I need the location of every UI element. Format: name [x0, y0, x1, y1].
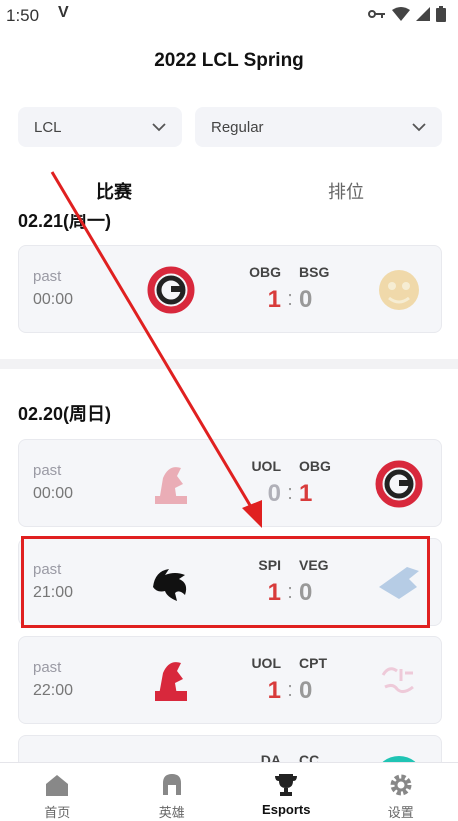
nav-heroes[interactable]: 英雄: [115, 763, 230, 821]
score-separator: :: [281, 581, 299, 604]
helmet-icon: [158, 771, 186, 799]
match-time: 00:00: [33, 291, 73, 309]
vega-logo-icon: [373, 557, 425, 609]
app-notification-icon: V: [58, 4, 69, 22]
chevron-down-icon: [412, 120, 426, 134]
bottom-nav: 首页 英雄 Esports 设置: [0, 762, 458, 821]
team-left-name: UOL: [241, 655, 281, 671]
team-right-score: 0: [299, 579, 329, 607]
match-status: past: [33, 561, 61, 578]
section-date: 02.20(周日): [18, 400, 111, 426]
obg-logo-icon: [145, 264, 197, 316]
nav-settings[interactable]: 设置: [344, 763, 458, 821]
signal-icon: [416, 7, 430, 21]
status-icons: [368, 6, 446, 22]
wifi-icon: [392, 7, 410, 21]
team-right-name: OBG: [299, 458, 349, 474]
stage-select[interactable]: Regular: [195, 107, 442, 147]
chevron-down-icon: [152, 120, 166, 134]
section-divider: [0, 359, 458, 369]
uol-logo-icon: [145, 458, 197, 510]
nav-heroes-label: 英雄: [159, 805, 185, 820]
stage-select-value: Regular: [211, 119, 264, 136]
page-title: 2022 LCL Spring: [0, 50, 458, 72]
nav-settings-label: 设置: [388, 805, 414, 820]
league-select[interactable]: LCL: [18, 107, 182, 147]
nav-esports-label: Esports: [262, 802, 310, 817]
match-time: 00:00: [33, 485, 73, 503]
team-left-score: 1: [251, 677, 281, 705]
uol-logo-icon: [145, 655, 197, 707]
cpt-logo-icon: [373, 655, 425, 707]
key-icon: [368, 8, 386, 20]
gear-icon: [387, 771, 415, 799]
team-left-score: 0: [251, 480, 281, 508]
score-separator: :: [281, 288, 299, 311]
spirit-logo-icon: [145, 557, 197, 609]
team-left-name: SPI: [241, 557, 281, 573]
score-separator: :: [281, 679, 299, 702]
team-right-name: CPT: [299, 655, 349, 671]
team-left-name: OBG: [241, 264, 281, 280]
match-status: past: [33, 462, 61, 479]
tab-bar: 比赛 排位: [0, 170, 458, 210]
obg-logo-icon: [373, 458, 425, 510]
nav-esports[interactable]: Esports: [229, 763, 344, 821]
team-right-name: VEG: [299, 557, 349, 573]
match-card[interactable]: past 00:00 OBG BSG 1 : 0: [18, 245, 442, 333]
league-select-value: LCL: [34, 119, 62, 136]
match-card[interactable]: past 22:00 UOL CPT 1 : 0: [18, 636, 442, 724]
match-card[interactable]: past 00:00 UOL OBG 0 : 1: [18, 439, 442, 527]
tab-matches[interactable]: 比赛: [96, 178, 132, 204]
nav-home-label: 首页: [44, 805, 70, 820]
score-separator: :: [281, 482, 299, 505]
team-right-score: 0: [299, 286, 329, 314]
team-right-score: 0: [299, 677, 329, 705]
section-date: 02.21(周一): [18, 207, 111, 233]
tab-rankings[interactable]: 排位: [328, 178, 364, 204]
status-time: 1:50: [6, 6, 39, 26]
match-time: 21:00: [33, 584, 73, 602]
trophy-icon: [272, 771, 300, 799]
team-left-score: 1: [251, 286, 281, 314]
nav-home[interactable]: 首页: [0, 763, 115, 821]
team-left-name: UOL: [241, 458, 281, 474]
team-left-score: 1: [251, 579, 281, 607]
match-status: past: [33, 659, 61, 676]
bsg-logo-icon: [373, 264, 425, 316]
battery-icon: [436, 6, 446, 22]
status-bar: 1:50 V: [0, 0, 458, 30]
match-status: past: [33, 268, 61, 285]
team-right-name: BSG: [299, 264, 349, 280]
match-time: 22:00: [33, 682, 73, 700]
home-icon: [43, 771, 71, 799]
team-right-score: 1: [299, 480, 329, 508]
match-card[interactable]: past 21:00 SPI VEG 1 : 0: [18, 538, 442, 626]
